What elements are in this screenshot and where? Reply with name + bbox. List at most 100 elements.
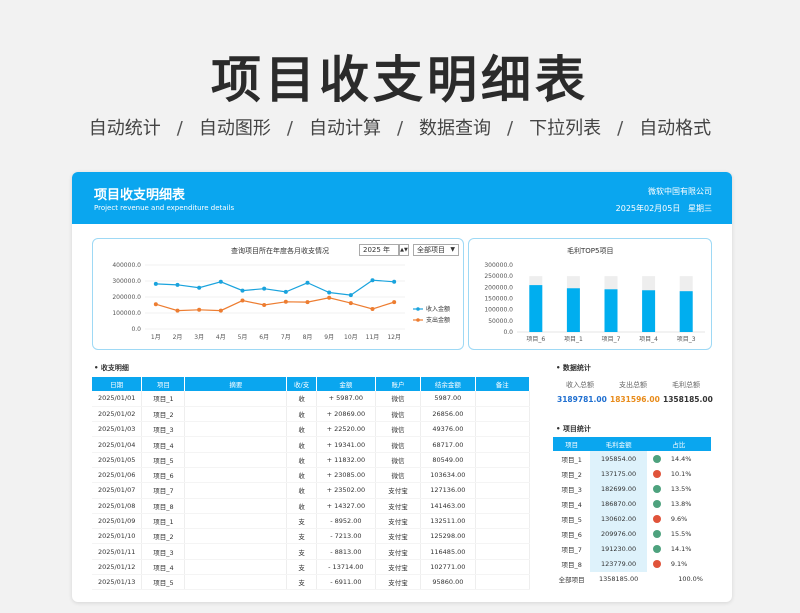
detail-column-header[interactable]: 账户 [375,377,422,391]
project-name: 项目_7 [561,546,582,555]
table-cell: + 23085.00 [316,467,376,484]
status-dot-icon [652,484,661,493]
line-chart: 0.0 100000.0 200000.0 300000.0 400000.0 1月 2月 3… [112,262,450,341]
table-cell: 支付宝 [375,543,422,560]
feature-item: 自动图形 [198,118,271,139]
table-cell [475,467,531,484]
table-cell: 微信 [375,421,422,438]
detail-column-header[interactable]: 金额 [316,377,376,391]
table-cell: 微信 [375,406,422,423]
dashboard-card: 项目收支明细表 Project revenue and expenditure … [72,172,732,602]
project-pct: 9.6% [670,514,688,523]
table-cell [475,559,531,576]
project-stats-row: 项目_3 182699.00 13.5% [553,481,711,497]
total-profit: 1358185.00 [598,575,639,584]
data-point [218,308,223,313]
project-stats-table: 项目 毛利金额 占比 项目_1 195854.00 14.4% 项目_2 137175.00… [553,437,711,587]
table-cell [475,406,531,423]
x-tick-label: 1月 [151,334,161,341]
project-stats-row: 项目_7 191230.00 14.1% [553,541,711,557]
table-cell: + 23502.00 [316,482,376,499]
x-tick-label: 11月 [366,334,380,341]
table-cell [475,452,531,468]
project-stats-total-row: 全部项目 1358185.00 100.0% [553,572,711,587]
project-stats-column-header[interactable]: 项目 [553,437,591,451]
series-line-1 [155,297,395,312]
feature-separator: / [286,118,293,139]
table-cell [475,543,531,560]
detail-column-header[interactable]: 日期 [92,377,143,391]
table-cell: 收 [286,436,317,453]
table-cell: 收 [286,482,317,499]
table-cell: 项目_5 [141,574,186,591]
bar [566,288,580,332]
table-cell: 支付宝 [375,528,422,545]
detail-section-title: • 收支明细 [94,364,129,372]
table-cell [184,482,288,499]
table-cell: 支付宝 [375,498,422,514]
table-cell [475,498,531,514]
header-title: 项目收支明细表 [94,188,186,203]
detail-column-header[interactable]: 备注 [475,377,531,391]
project-stats-row: 项目_1 195854.00 14.4% [553,451,711,467]
table-cell: 2025/01/08 [92,498,143,514]
y-tick-label: 0.0 [131,326,141,333]
project-stats-column-header[interactable]: 毛利金额 [590,437,647,451]
table-cell: 2025/01/09 [92,513,143,530]
table-cell [184,528,288,545]
table-cell: 项目_3 [141,543,186,560]
table-cell: 2025/01/06 [92,467,143,484]
table-cell: 收 [286,406,317,423]
y-tick-label: 300000.0 [112,278,141,285]
detail-column-header[interactable]: 结余金额 [420,377,476,391]
project-pct-cell: 14.4% [647,451,711,466]
table-cell: + 11832.00 [316,452,376,468]
project-pct: 10.1% [670,469,692,478]
data-point [262,303,267,307]
bar-chart: 0.0 50000.0 100000.0 150000.0 200000.0 250000… [484,262,705,343]
table-cell: 2025/01/11 [92,543,143,560]
detail-column-header[interactable]: 项目 [141,377,186,391]
table-cell: - 8813.00 [316,543,376,560]
data-point [283,289,288,294]
table-cell: 127136.00 [420,482,476,499]
stats-section-label: 数据统计 [562,364,591,372]
feature-separator: / [617,118,624,139]
y-tick-label: 200000.0 [112,294,141,301]
project-pct-cell: 13.5% [647,481,711,496]
project-stats-column-header[interactable]: 占比 [646,437,711,451]
table-row: 2025/01/04 项目_4 收 + 19341.00 微信 68717.00 [92,436,531,453]
table-cell: 微信 [375,452,422,468]
table-cell: 项目_2 [141,406,186,423]
table-cell [184,559,288,576]
table-cell [475,482,531,499]
table-cell: 项目_3 [141,421,186,438]
table-cell [184,421,288,438]
project-pct-cell: 14.1% [647,542,711,557]
data-point [175,282,180,287]
x-tick-label: 项目_7 [602,336,621,343]
project-profit: 186870.00 [590,496,647,512]
table-cell: 2025/01/07 [92,482,143,499]
stats-label: 支出总额 [619,381,647,389]
table-cell [475,574,531,591]
data-point [370,307,375,311]
data-point [153,281,158,286]
project-name: 项目_8 [561,561,582,570]
detail-column-header[interactable]: 收/支 [286,377,317,391]
x-tick-label: 3月 [194,334,204,341]
y-tick-label: 150000.0 [484,296,513,303]
table-cell [475,436,531,453]
project-stats-row: 项目_8 123779.00 9.1% [553,556,711,572]
detail-column-header[interactable]: 摘要 [184,377,288,391]
table-cell: 项目_4 [141,559,186,576]
table-cell: 微信 [375,436,422,453]
table-cell: 支付宝 [375,574,422,591]
legend-marker [416,318,420,322]
project-pct-cell: 9.1% [647,557,711,572]
status-dot-icon [652,454,661,463]
project-stats-row: 项目_4 186870.00 13.8% [553,496,711,512]
project-pct: 14.4% [670,454,692,463]
table-row: 2025/01/13 项目_5 支 - 6911.00 支付宝 95860.00 [92,574,531,591]
data-point [348,293,353,298]
